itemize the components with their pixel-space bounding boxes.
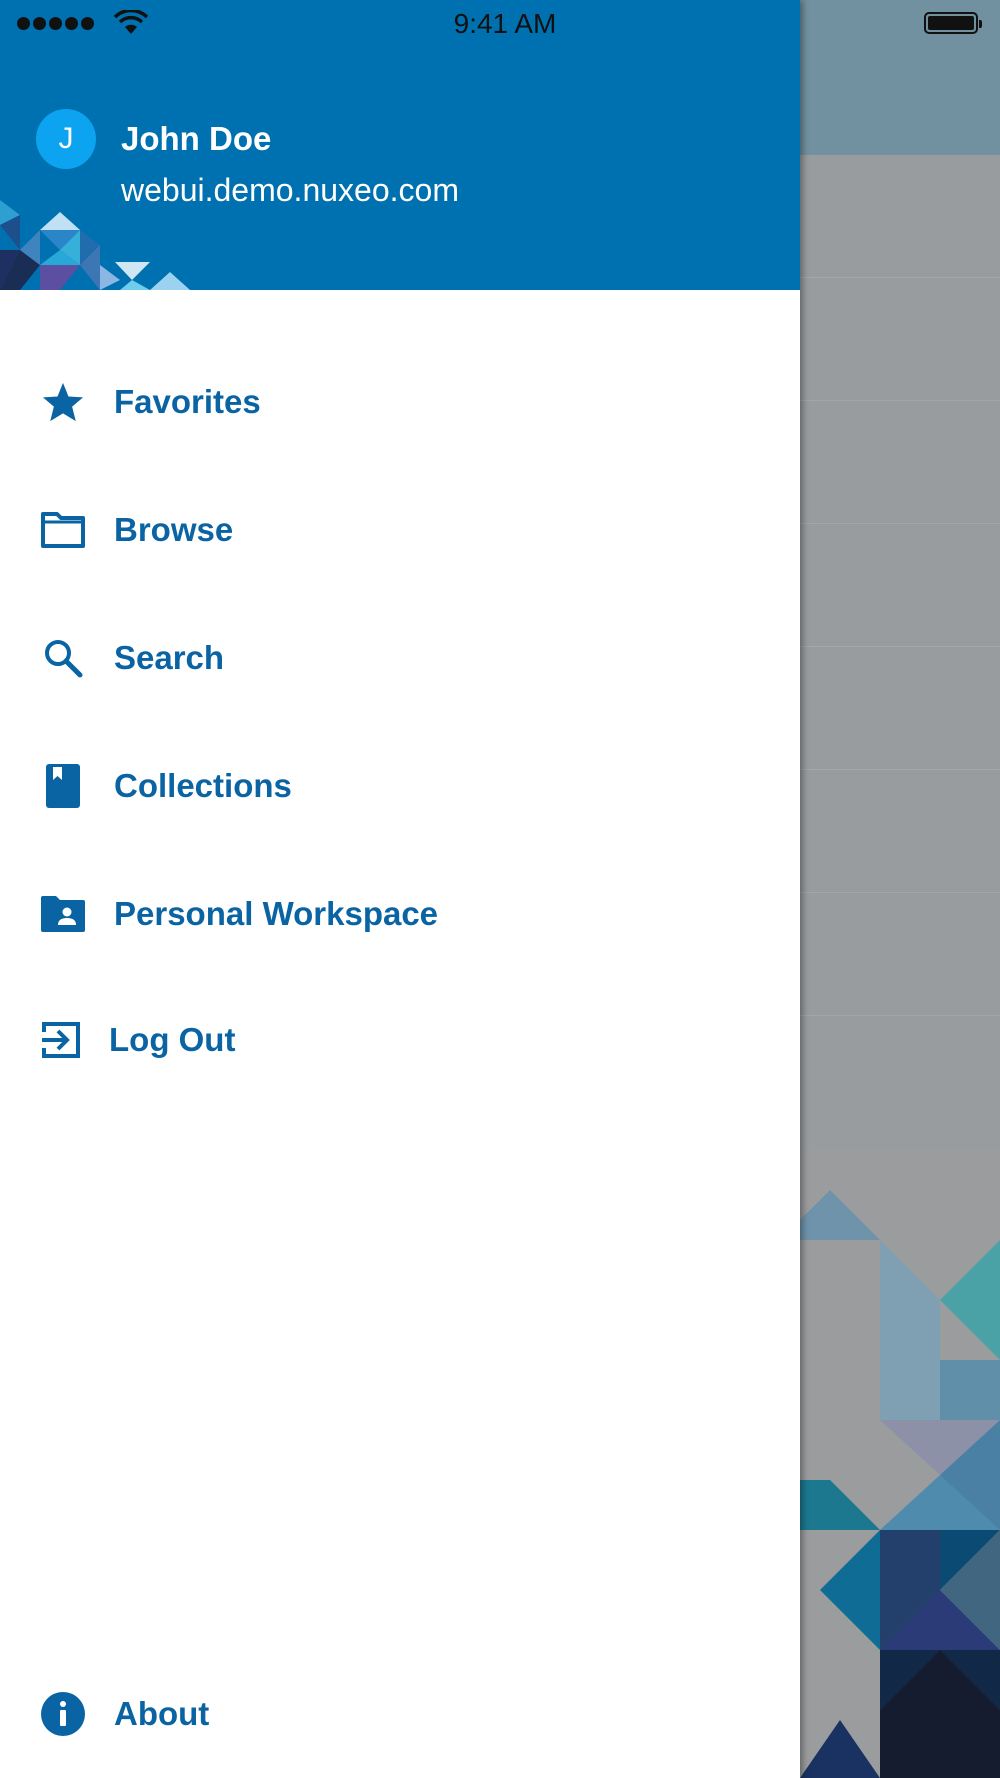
avatar[interactable]: J xyxy=(36,109,96,169)
logout-icon xyxy=(36,1015,86,1065)
menu-item-personal-workspace[interactable]: Personal Workspace xyxy=(0,864,800,964)
menu-item-about[interactable]: About xyxy=(0,1664,800,1764)
list-item xyxy=(800,524,1000,647)
menu-item-browse[interactable]: Browse xyxy=(0,480,800,580)
menu-item-label: Personal Workspace xyxy=(114,895,439,932)
navigation-drawer: J John Doe webui.demo.nuxeo.com Favorite… xyxy=(0,0,800,1778)
status-time: 9:41 AM xyxy=(453,8,557,39)
menu-item-log-out[interactable]: Log Out xyxy=(0,990,800,1090)
list-item: tor xyxy=(800,770,1000,893)
list-item xyxy=(800,401,1000,524)
user-name: John Doe xyxy=(121,120,272,157)
menu-item-favorites[interactable]: Favorites xyxy=(0,352,800,452)
list-item: ator xyxy=(800,278,1000,401)
menu-item-label: Favorites xyxy=(114,383,261,420)
info-icon xyxy=(38,1689,88,1739)
folder-icon xyxy=(38,505,88,555)
server-url: webui.demo.nuxeo.com xyxy=(121,172,459,208)
shared-folder-icon xyxy=(38,889,88,939)
star-icon xyxy=(38,377,88,427)
list-item xyxy=(800,647,1000,770)
menu-item-label: About xyxy=(114,1695,210,1732)
status-bar: 9:41 AM xyxy=(0,0,1000,50)
search-icon xyxy=(38,633,88,683)
battery-icon xyxy=(924,12,982,34)
menu-item-label: Collections xyxy=(114,767,292,804)
background-list: ator tor xyxy=(800,155,1000,1155)
menu-item-search[interactable]: Search xyxy=(0,608,800,708)
list-item xyxy=(800,893,1000,1016)
background-content[interactable]: ator tor xyxy=(800,0,1000,1778)
menu-item-collections[interactable]: Collections xyxy=(0,736,800,836)
list-item xyxy=(800,155,1000,278)
menu-item-label: Browse xyxy=(114,511,234,548)
background-pattern xyxy=(800,1150,1000,1778)
menu-item-label: Search xyxy=(114,639,225,676)
book-icon xyxy=(38,761,88,811)
menu-item-label: Log Out xyxy=(109,1021,236,1058)
